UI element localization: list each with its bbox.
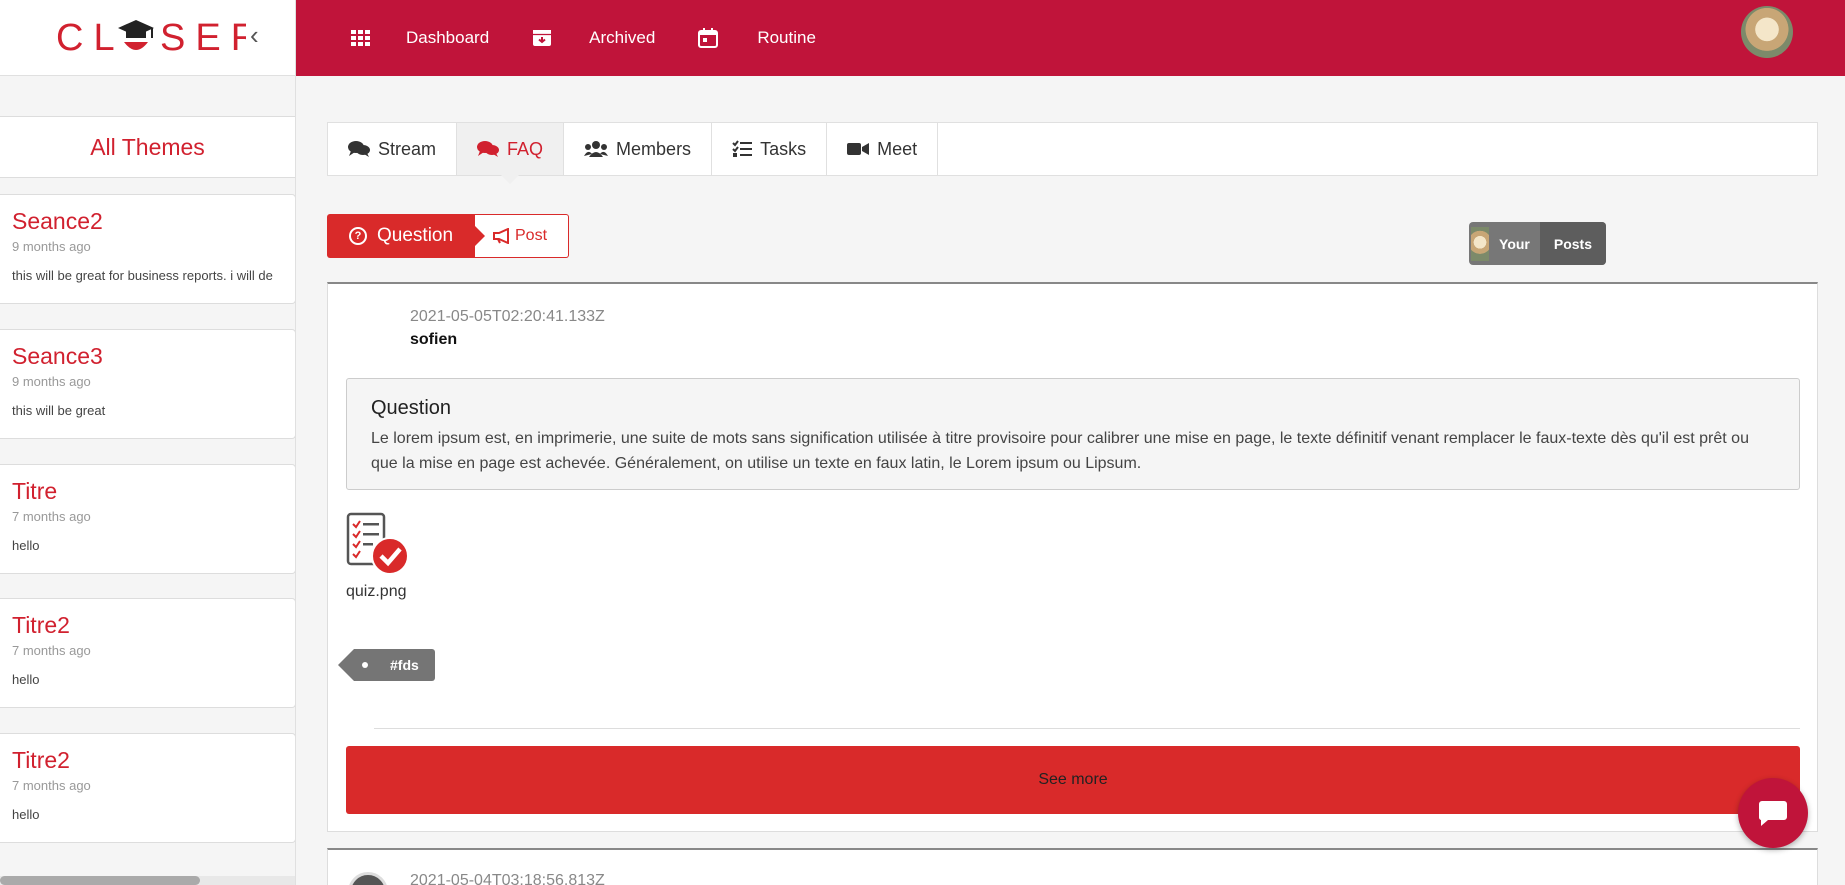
tab-meet-label: Meet — [877, 138, 918, 159]
tab-faq-label: FAQ — [507, 138, 544, 159]
attachment-name: quiz.png — [346, 583, 407, 600]
theme-desc: this will be great for business reports.… — [12, 268, 273, 283]
tab-tasks[interactable]: Tasks — [712, 123, 828, 175]
post-author[interactable]: sofien — [410, 331, 457, 349]
theme-time: 7 months ago — [12, 643, 91, 658]
theme-time: 9 months ago — [12, 239, 91, 254]
your-posts-avatar — [1471, 226, 1490, 261]
chat-fab-button[interactable] — [1738, 778, 1808, 848]
tab-members[interactable]: Members — [564, 123, 713, 175]
tasks-icon — [732, 140, 753, 157]
quiz-file-icon — [346, 512, 409, 575]
theme-title: Seance3 — [12, 343, 103, 369]
question-post-toggle: ? Question Post — [327, 214, 569, 258]
users-icon — [584, 141, 609, 157]
logo-bar: CL SER ‹ — [0, 0, 295, 76]
see-more-label: See more — [1038, 771, 1108, 788]
theme-card-titre[interactable]: Titre 7 months ago hello — [0, 464, 295, 574]
tab-stream[interactable]: Stream — [328, 123, 458, 175]
post-button[interactable]: Post — [475, 214, 569, 258]
post2-date: 2021-05-04T03:18:56.813Z — [410, 872, 605, 885]
your-posts-button[interactable]: Your Posts — [1469, 222, 1606, 265]
scrollbar-thumb[interactable] — [0, 876, 200, 885]
tab-meet[interactable]: Meet — [827, 123, 939, 175]
nav-routine-icon-button[interactable] — [697, 0, 719, 76]
svg-text:CL: CL — [56, 17, 125, 58]
archive-icon — [533, 30, 552, 46]
grid-icon — [351, 30, 370, 46]
faq-post-card-2: 2021-05-04T03:18:56.813Z — [327, 848, 1818, 885]
tab-stream-label: Stream — [378, 138, 437, 159]
class-tabs: Stream FAQ Members Tasks Meet — [327, 122, 1818, 184]
theme-time: 9 months ago — [12, 374, 91, 389]
post2-avatar — [348, 872, 388, 885]
nav-archived-icon-button[interactable] — [531, 0, 553, 76]
all-themes-button[interactable]: All Themes — [0, 116, 295, 178]
theme-desc: hello — [12, 807, 40, 822]
megaphone-icon — [493, 228, 509, 244]
theme-card-seance3[interactable]: Seance3 9 months ago this will be great — [0, 329, 295, 439]
comments-icon — [477, 141, 500, 157]
tab-faq[interactable]: FAQ — [457, 123, 565, 184]
post-date: 2021-05-05T02:20:41.133Z — [410, 308, 605, 325]
hashtag-badge[interactable]: #fds — [338, 649, 435, 681]
your-label: Your — [1499, 235, 1530, 252]
video-icon — [847, 143, 870, 155]
theme-desc: this will be great — [12, 403, 106, 418]
user-avatar[interactable] — [1741, 6, 1793, 58]
post-divider — [374, 728, 1800, 729]
post-button-label: Post — [515, 227, 548, 244]
sidebar: CL SER ‹ All Themes Seance2 9 months ago… — [0, 0, 296, 885]
question-circle-icon: ? — [349, 227, 367, 245]
top-navbar: Dashboard Archived Routine — [296, 0, 1845, 76]
theme-title: Titre — [12, 478, 58, 504]
nav-routine[interactable]: Routine — [757, 0, 816, 76]
hashtag-label: #fds — [390, 657, 419, 673]
nav-dashboard-label: Dashboard — [406, 28, 490, 47]
nav-archived-label: Archived — [589, 28, 656, 47]
tab-tasks-label: Tasks — [760, 138, 807, 159]
theme-card-titre2-b[interactable]: Titre2 7 months ago hello — [0, 733, 295, 843]
theme-time: 7 months ago — [12, 509, 91, 524]
theme-desc: hello — [12, 538, 40, 553]
sidebar-scrollbar[interactable] — [0, 876, 295, 885]
theme-card-titre2[interactable]: Titre2 7 months ago hello — [0, 598, 295, 708]
attachment[interactable]: quiz.png — [346, 512, 416, 601]
theme-title: Titre2 — [12, 747, 70, 773]
nav-routine-label: Routine — [757, 28, 816, 47]
theme-desc: hello — [12, 672, 40, 687]
collapse-sidebar-icon[interactable]: ‹ — [250, 20, 259, 51]
faq-post-card: 2021-05-05T02:20:41.133Z sofien Question… — [327, 282, 1818, 832]
svg-text:SER: SER — [160, 17, 246, 58]
question-title: Question — [371, 397, 452, 419]
question-box: Question Le lorem ipsum est, en imprimer… — [346, 378, 1800, 490]
see-more-button[interactable]: See more — [346, 746, 1800, 814]
apps-menu-button[interactable] — [350, 0, 372, 76]
closer-logo-icon: CL SER — [56, 17, 246, 58]
theme-title: Seance2 — [12, 208, 103, 234]
theme-card-seance2[interactable]: Seance2 9 months ago this will be great … — [0, 194, 295, 304]
app-logo[interactable]: CL SER — [56, 14, 246, 58]
comments-icon — [348, 141, 370, 157]
calendar-icon — [698, 28, 719, 48]
nav-dashboard[interactable]: Dashboard — [406, 0, 489, 76]
theme-title: Titre2 — [12, 612, 70, 638]
all-themes-label: All Themes — [90, 133, 205, 160]
nav-archived[interactable]: Archived — [589, 0, 655, 76]
question-button[interactable]: ? Question — [327, 214, 485, 258]
question-button-label: Question — [377, 225, 454, 246]
theme-time: 7 months ago — [12, 778, 91, 793]
chat-icon — [1758, 801, 1787, 826]
tab-members-label: Members — [616, 138, 692, 159]
question-text: Le lorem ipsum est, en imprimerie, une s… — [371, 430, 1749, 472]
posts-label: Posts — [1539, 222, 1606, 265]
